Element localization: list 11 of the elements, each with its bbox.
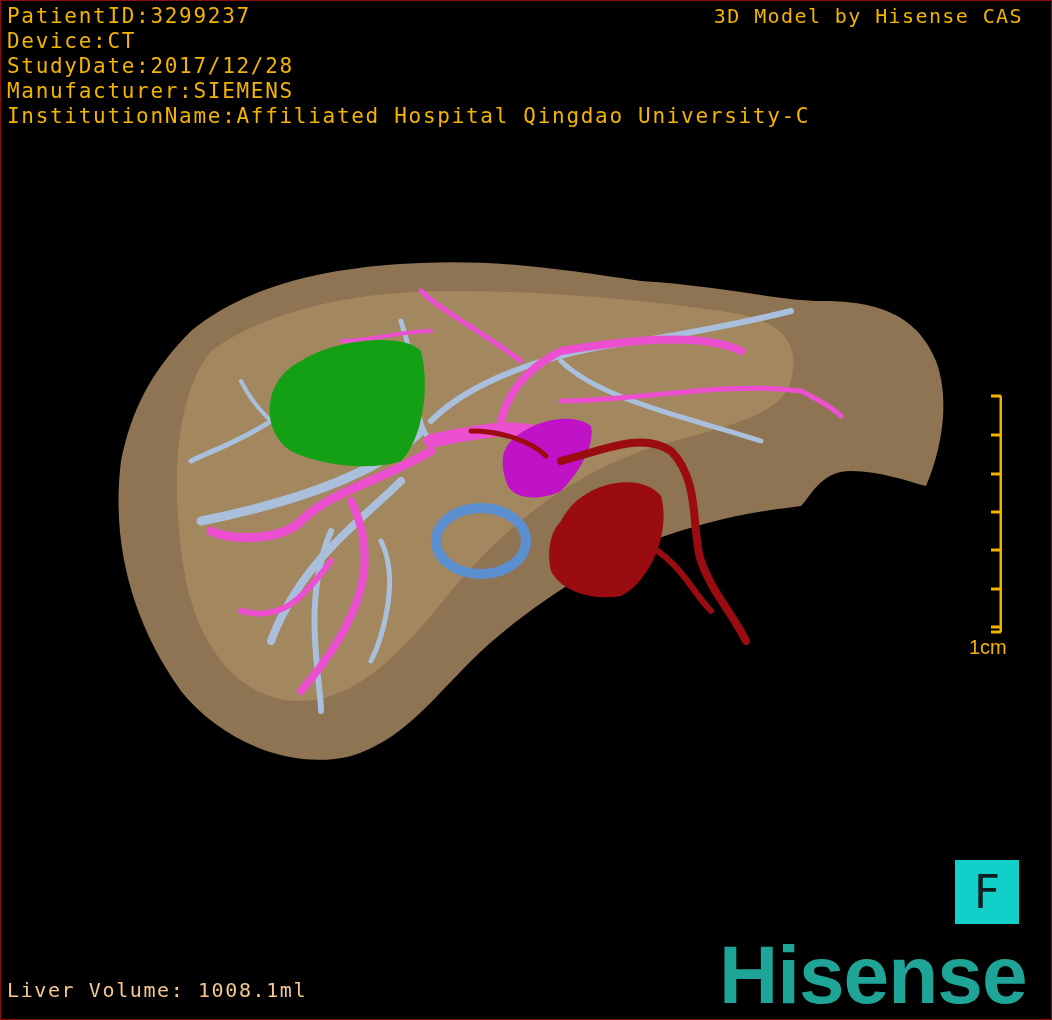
patient-info-text: InstitutionName:Affiliated Hospital Qingdao University-C — [7, 104, 811, 129]
patient-info-text: StudyDate:2017/12/28 — [7, 54, 294, 79]
scale-label: 1cm — [969, 636, 1007, 658]
patient-info-text: Manufacturer:SIEMENS — [7, 79, 294, 104]
logo-text: Hisense — [719, 933, 1027, 1017]
model-credit-text: 3D Model by Hisense CAS — [713, 4, 1023, 29]
orientation-marker[interactable]: F — [955, 860, 1019, 924]
patient-info-text: PatientID:3299237 — [7, 4, 251, 29]
liver-volume-text: Liver Volume: 1008.1ml — [7, 978, 308, 1003]
patient-info-text: Device:CT — [7, 29, 137, 54]
scale-bar-icon — [989, 394, 1002, 634]
